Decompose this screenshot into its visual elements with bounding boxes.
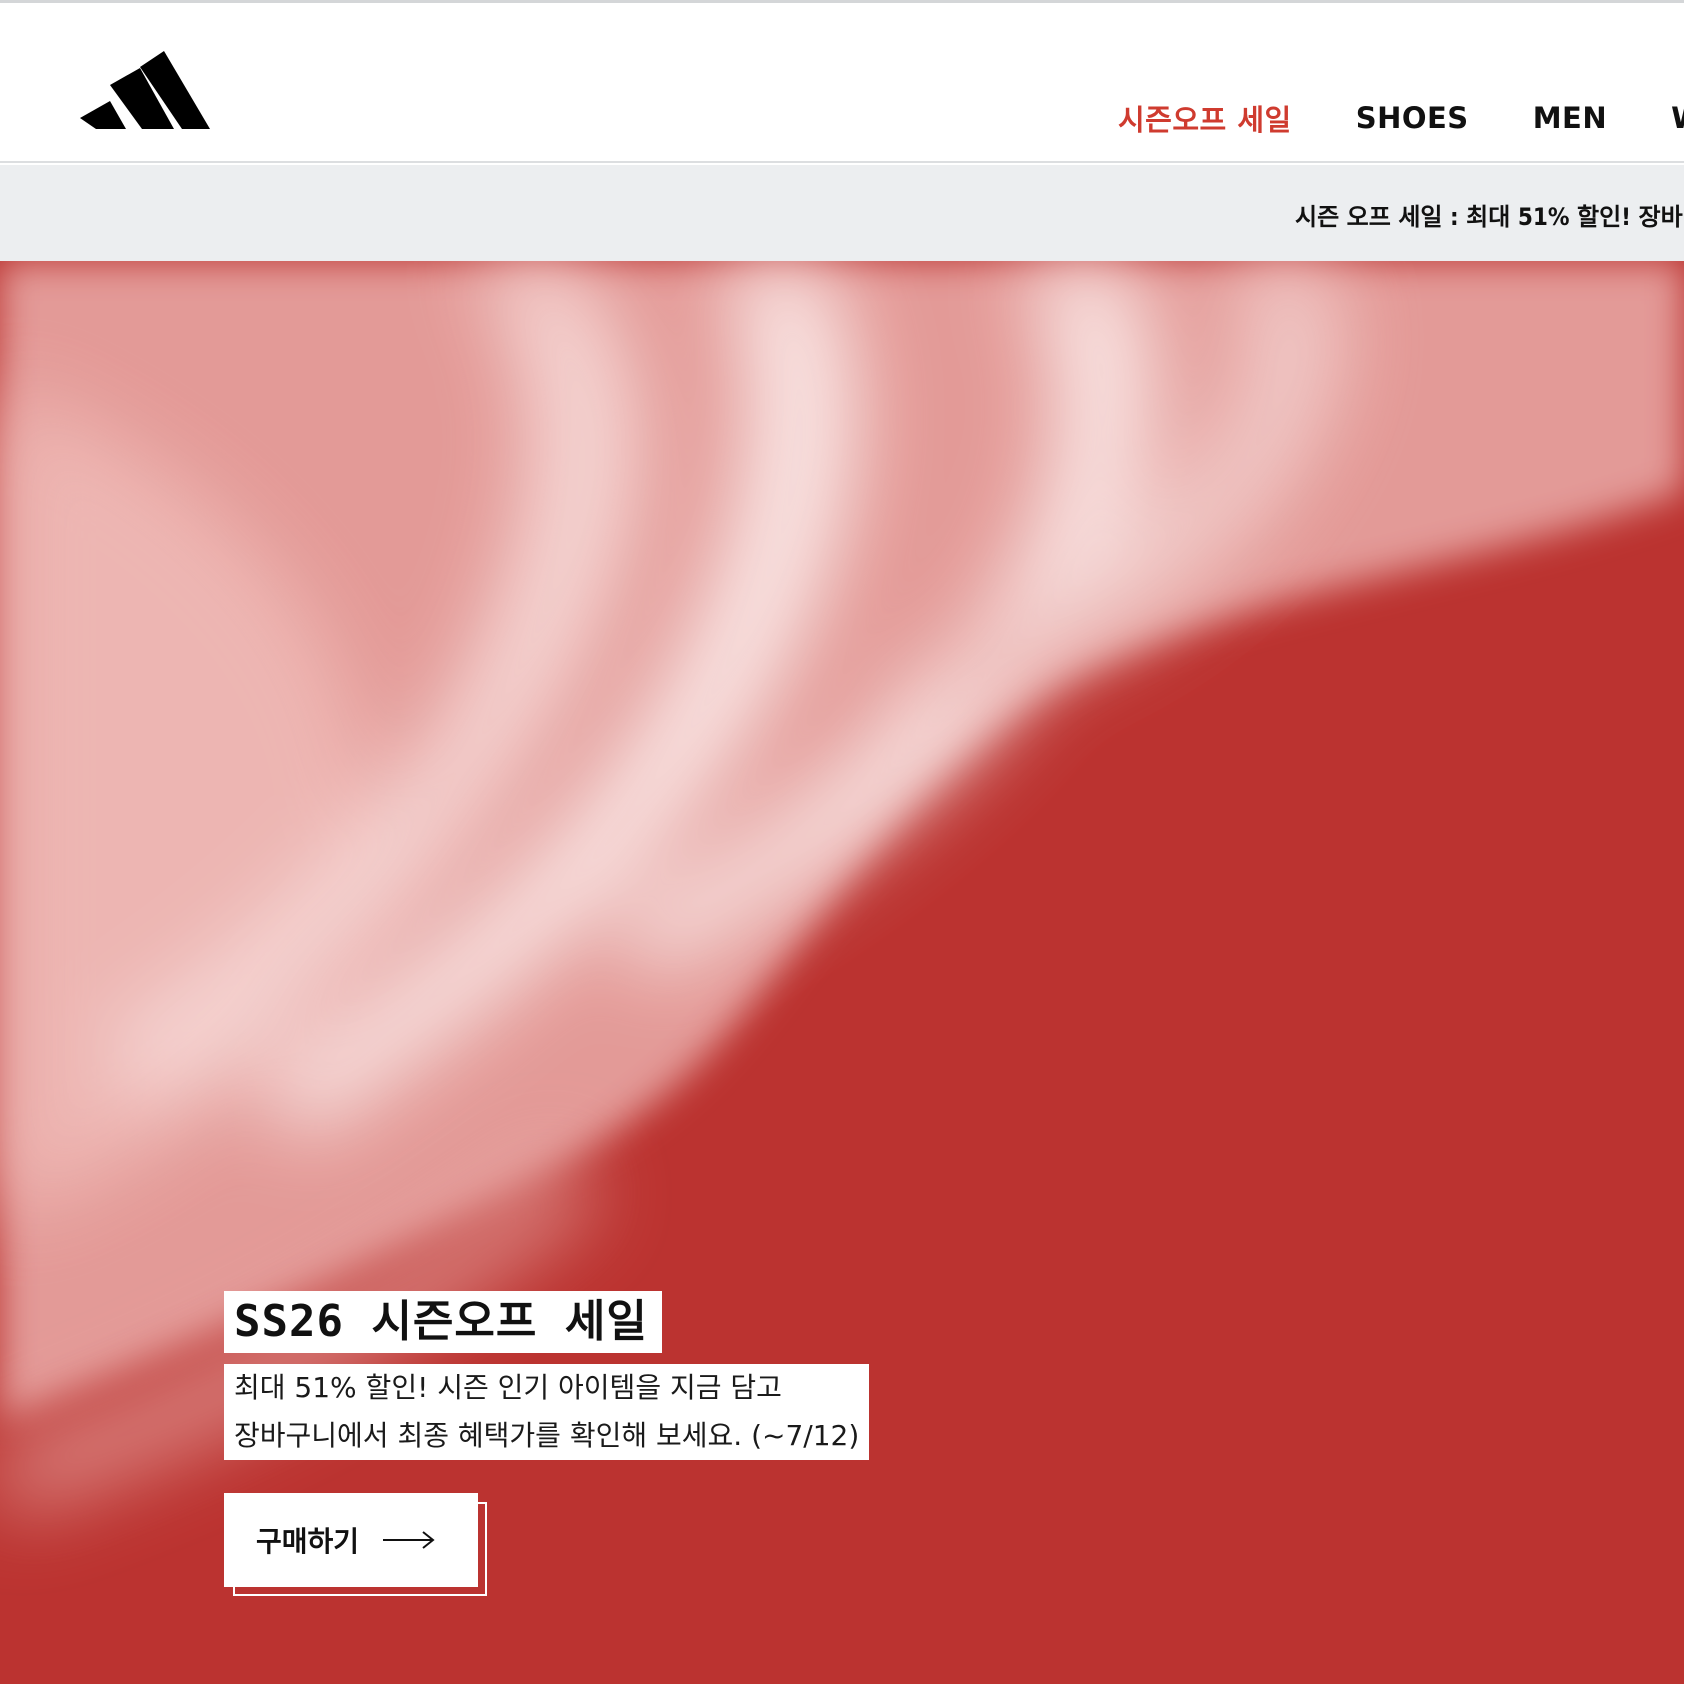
hero-subtitle-line-2: 장바구니에서 최종 혜택가를 확인해 보세요. (~7/12) — [224, 1412, 870, 1460]
shop-now-button[interactable]: 구매하기 — [224, 1493, 478, 1587]
adidas-logo-icon — [80, 51, 210, 129]
hero-subtitle-line-1: 최대 51% 할인! 시즌 인기 아이템을 지금 담고 — [224, 1364, 870, 1412]
nav-item-season-off-sale[interactable]: 시즌오프 세일 — [1118, 97, 1292, 139]
hero-subtitle: 최대 51% 할인! 시즌 인기 아이템을 지금 담고 장바구니에서 최종 혜택… — [224, 1364, 870, 1460]
hero-background-graphic — [0, 261, 1684, 1684]
shop-now-label: 구매하기 — [256, 1525, 360, 1558]
nav-item-women[interactable]: WO — [1671, 101, 1684, 135]
nav-item-shoes[interactable]: SHOES — [1356, 101, 1469, 135]
adidas-logo[interactable] — [80, 48, 210, 132]
cta-container: 구매하기 — [224, 1493, 488, 1597]
promo-text: 시즌 오프 세일 : 최대 51% 할인! 장바 — [1295, 203, 1683, 231]
main-nav: 시즌오프 세일 SHOES MEN WO — [1118, 98, 1684, 138]
arrow-right-icon — [383, 1531, 435, 1549]
nav-item-men[interactable]: MEN — [1533, 101, 1607, 135]
hero-title: SS26 시즌오프 세일 — [224, 1291, 662, 1353]
promo-bar[interactable]: 시즌 오프 세일 : 최대 51% 할인! 장바 — [0, 165, 1684, 261]
site-header: 시즌오프 세일 SHOES MEN WO — [0, 3, 1684, 163]
hero-banner: SS26 시즌오프 세일 최대 51% 할인! 시즌 인기 아이템을 지금 담고… — [0, 261, 1684, 1684]
